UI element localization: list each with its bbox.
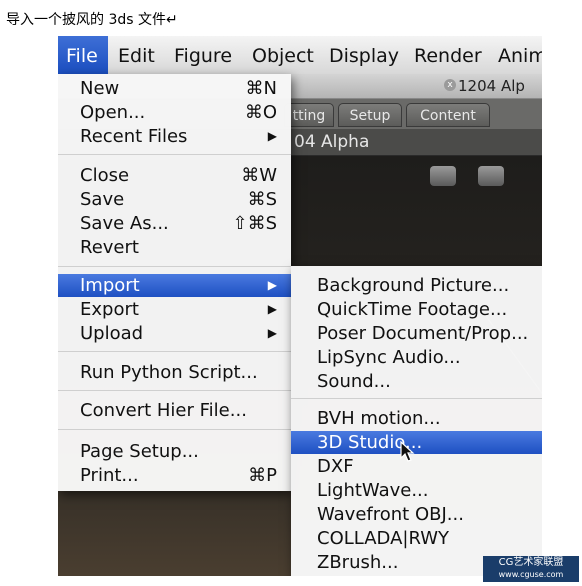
- watermark-name: CG艺术家联盟: [498, 557, 564, 568]
- shortcut-label: ⌘P: [248, 465, 277, 486]
- menu-item-lipsync-audio[interactable]: LipSync Audio...: [291, 346, 542, 369]
- menu-item-label: BVH motion...: [317, 408, 441, 429]
- menu-item-save-as[interactable]: Save As... ⇧⌘S: [58, 212, 291, 235]
- menu-separator: [58, 351, 291, 352]
- document-name: 04 Alpha: [294, 132, 370, 152]
- shortcut-label: ⇧⌘S: [232, 213, 277, 234]
- poser-screenshot: File Edit Figure Object Display Render A…: [58, 36, 542, 576]
- menu-item-label: Save As...: [80, 213, 169, 234]
- menu-item-sound[interactable]: Sound...: [291, 370, 542, 393]
- menu-item-label: Upload: [80, 323, 144, 344]
- menu-item-label: Page Setup...: [80, 441, 199, 462]
- menu-item-label: Convert Hier File...: [80, 400, 247, 421]
- shortcut-label: ⌘N: [245, 78, 277, 99]
- menu-edit[interactable]: Edit: [110, 36, 163, 74]
- menu-item-label: Poser Document/Prop...: [317, 323, 529, 344]
- menu-item-label: LightWave...: [317, 480, 429, 501]
- menu-item-dxf[interactable]: DXF: [291, 455, 542, 478]
- menu-item-label: Recent Files: [80, 126, 188, 147]
- menu-display[interactable]: Display: [321, 36, 407, 74]
- menu-item-label: New: [80, 78, 120, 99]
- menu-item-3d-studio[interactable]: 3D Studio...: [291, 431, 542, 454]
- menu-item-lightwave[interactable]: LightWave...: [291, 479, 542, 502]
- menu-item-label: LipSync Audio...: [317, 347, 461, 368]
- menu-item-label: Open...: [80, 102, 146, 123]
- menu-item-bvh-motion[interactable]: BVH motion...: [291, 407, 542, 430]
- menu-separator: [58, 390, 291, 391]
- menu-item-open[interactable]: Open... ⌘O: [58, 101, 291, 124]
- menu-item-revert[interactable]: Revert: [58, 236, 291, 259]
- menu-item-new[interactable]: New ⌘N: [58, 77, 291, 100]
- menu-item-collada-rwy[interactable]: COLLADA|RWY: [291, 527, 542, 550]
- submenu-arrow-icon: ▶: [267, 302, 277, 316]
- window-title: 1204 Alp: [458, 77, 525, 95]
- menu-item-run-python-script[interactable]: Run Python Script...: [58, 361, 291, 384]
- watermark-logo: CG艺术家联盟 www.cguse.com: [483, 556, 579, 582]
- menu-item-wavefront-obj[interactable]: Wavefront OBJ...: [291, 503, 542, 526]
- menu-item-label: Print...: [80, 465, 139, 486]
- file-menu: New ⌘N Open... ⌘O Recent Files ▶ Close ⌘…: [58, 74, 291, 491]
- camera-view-icon[interactable]: [478, 166, 504, 186]
- menu-item-label: COLLADA|RWY: [317, 528, 450, 549]
- menu-item-label: ZBrush...: [317, 552, 399, 573]
- menu-item-close[interactable]: Close ⌘W: [58, 164, 291, 187]
- menu-item-background-picture[interactable]: Background Picture...: [291, 274, 542, 297]
- shortcut-label: ⌘O: [244, 102, 277, 123]
- menu-item-label: QuickTime Footage...: [317, 299, 508, 320]
- close-icon[interactable]: x: [444, 79, 456, 91]
- menu-figure[interactable]: Figure: [166, 36, 240, 74]
- menu-bar: File Edit Figure Object Display Render A…: [58, 36, 542, 75]
- document-caption: 导入一个披风的 3ds 文件↵: [6, 12, 178, 28]
- submenu-arrow-icon: ▶: [267, 129, 277, 143]
- menu-item-label: Import: [80, 275, 140, 296]
- menu-file[interactable]: File: [58, 36, 108, 74]
- menu-item-recent-files[interactable]: Recent Files ▶: [58, 125, 291, 148]
- import-submenu: Background Picture... QuickTime Footage.…: [291, 266, 542, 576]
- tab-content[interactable]: Content: [406, 103, 490, 127]
- menu-item-upload[interactable]: Upload ▶: [58, 322, 291, 345]
- menu-item-print[interactable]: Print... ⌘P: [58, 464, 291, 487]
- menu-item-label: Wavefront OBJ...: [317, 504, 464, 525]
- mouse-pointer-icon: [400, 441, 415, 462]
- menu-item-save[interactable]: Save ⌘S: [58, 188, 291, 211]
- menu-item-export[interactable]: Export ▶: [58, 298, 291, 321]
- tab-setting[interactable]: tting: [284, 103, 334, 127]
- menu-separator: [58, 266, 291, 267]
- menu-item-page-setup[interactable]: Page Setup...: [58, 440, 291, 463]
- menu-separator: [58, 154, 291, 155]
- menu-item-poser-document-prop[interactable]: Poser Document/Prop...: [291, 322, 542, 345]
- watermark-url: www.cguse.com: [498, 570, 564, 579]
- menu-object[interactable]: Object: [244, 36, 322, 74]
- shortcut-label: ⌘W: [241, 165, 277, 186]
- camera-control-icon[interactable]: [430, 166, 456, 186]
- menu-item-label: Close: [80, 165, 130, 186]
- menu-item-quicktime-footage[interactable]: QuickTime Footage...: [291, 298, 542, 321]
- tab-setup[interactable]: Setup: [338, 103, 402, 127]
- menu-item-label: Save: [80, 189, 125, 210]
- menu-item-label: Sound...: [317, 371, 391, 392]
- submenu-arrow-icon: ▶: [267, 278, 277, 292]
- menu-render[interactable]: Render: [406, 36, 490, 74]
- menu-separator: [291, 398, 542, 399]
- menu-item-convert-hier-file[interactable]: Convert Hier File...: [58, 399, 291, 422]
- menu-item-label: DXF: [317, 456, 354, 477]
- menu-item-label: Revert: [80, 237, 139, 258]
- menu-item-label: Export: [80, 299, 139, 320]
- menu-item-label: Background Picture...: [317, 275, 510, 296]
- shortcut-label: ⌘S: [247, 189, 277, 210]
- menu-item-import[interactable]: Import ▶: [58, 274, 291, 297]
- menu-separator: [58, 429, 291, 430]
- menu-item-label: Run Python Script...: [80, 362, 258, 383]
- submenu-arrow-icon: ▶: [267, 326, 277, 340]
- menu-animation[interactable]: Anim: [490, 36, 542, 74]
